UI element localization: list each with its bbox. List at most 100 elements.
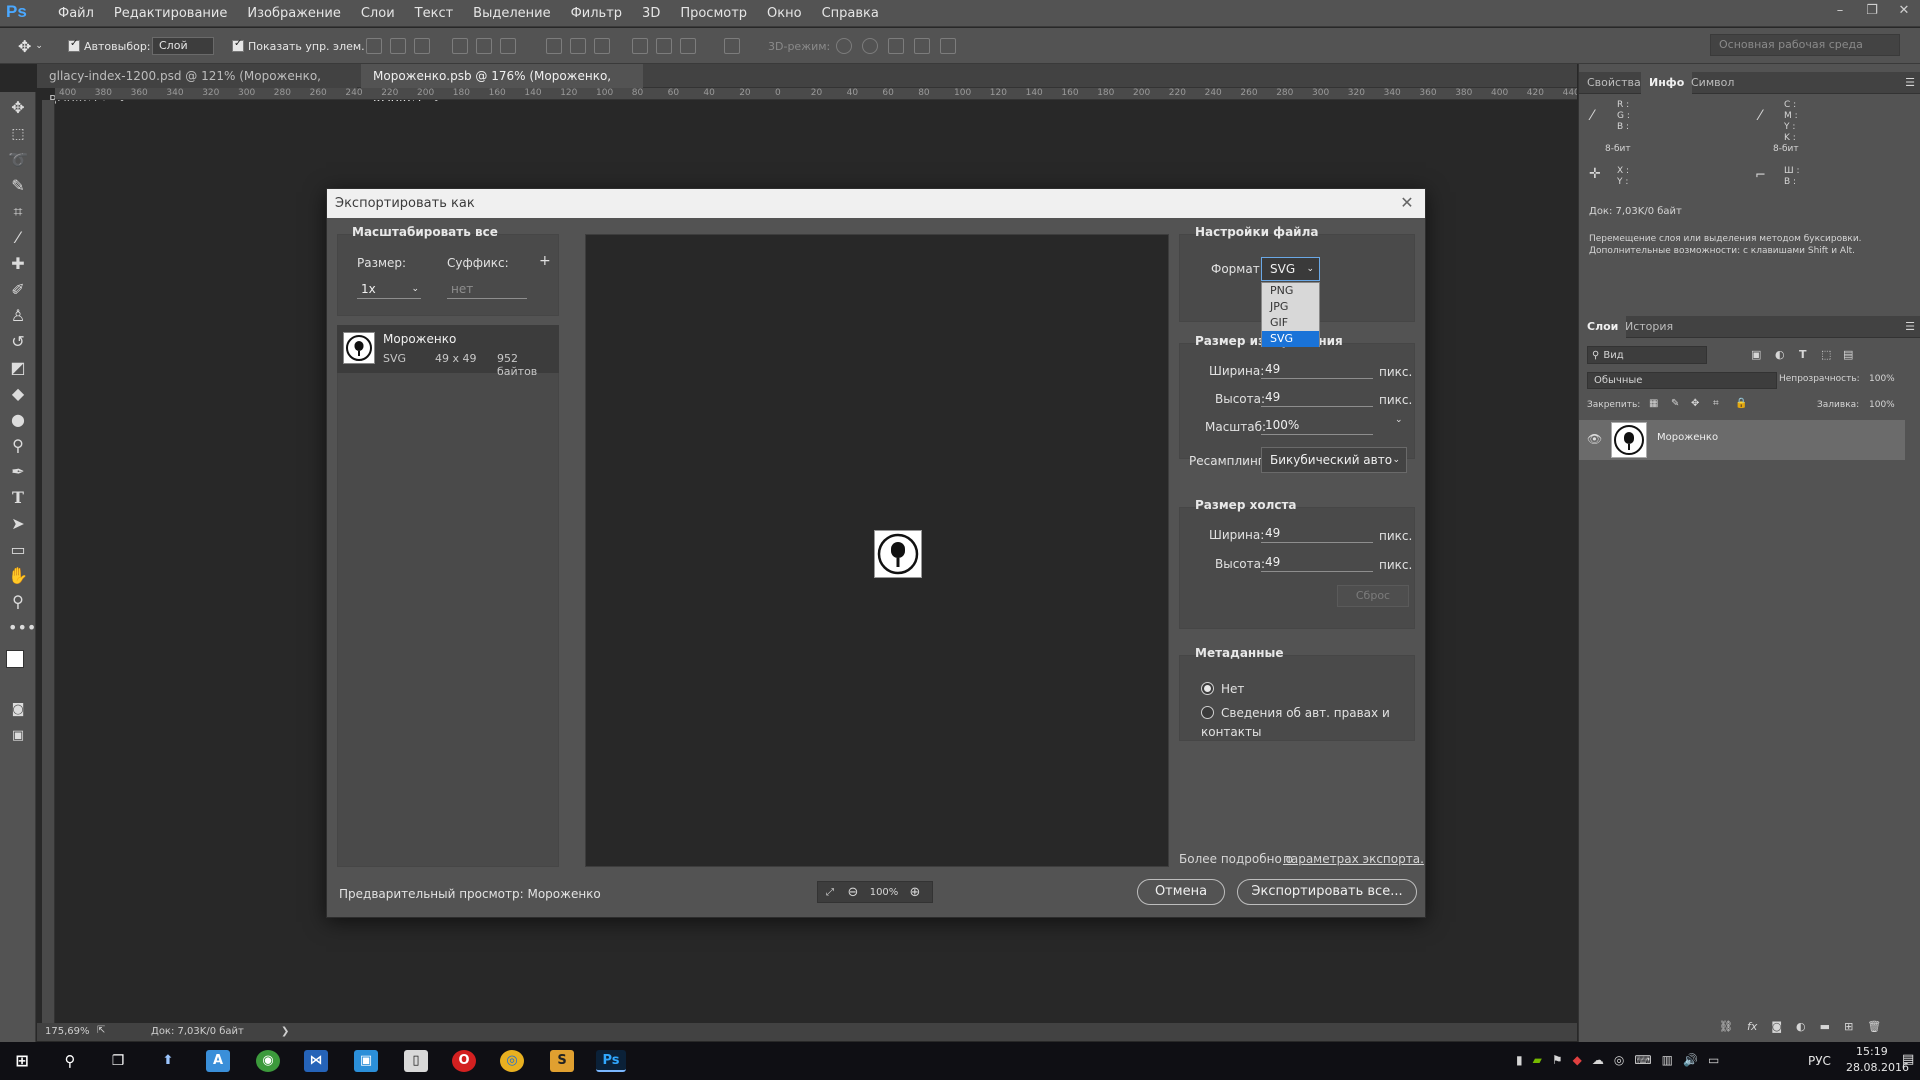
zoom-tool-icon[interactable]: ⚲ <box>8 592 28 612</box>
align-top-icon[interactable] <box>366 38 382 54</box>
layer-name[interactable]: Мороженко <box>1657 432 1718 443</box>
asset-item[interactable]: Мороженко SVG 49 x 49 952 байтов <box>337 325 559 378</box>
tab-character[interactable]: Символ <box>1683 72 1742 94</box>
clock-date[interactable]: 28.08.2016 <box>1846 1061 1909 1074</box>
zoom-readout[interactable]: 175,69% <box>45 1026 90 1037</box>
filter-type-icon[interactable]: T <box>1799 348 1807 361</box>
language-indicator[interactable]: РУС <box>1808 1054 1831 1068</box>
menu-view[interactable]: Просмотр <box>670 0 757 27</box>
tray-cloud-icon[interactable]: ☁ <box>1592 1053 1604 1067</box>
chrome-icon[interactable]: ◎ <box>500 1050 524 1072</box>
bucket-tool-icon[interactable]: ◆ <box>8 384 28 404</box>
group-folder-icon[interactable]: ▬ <box>1820 1020 1830 1033</box>
search-icon[interactable]: ⚲ <box>58 1050 82 1072</box>
canvas-width-input[interactable]: 49 <box>1261 525 1373 543</box>
menu-edit[interactable]: Редактирование <box>104 0 237 27</box>
blur-tool-icon[interactable]: ● <box>8 410 28 430</box>
show-controls-checkbox[interactable]: Показать упр. элем. <box>232 37 365 55</box>
lasso-tool-icon[interactable]: ➰ <box>8 150 28 170</box>
tray-device-icon[interactable]: ▮ <box>1516 1053 1523 1067</box>
image-width-input[interactable]: 49 <box>1261 361 1373 379</box>
fx-icon[interactable]: fx <box>1747 1020 1757 1033</box>
resample-select[interactable]: Бикубический авто ⌄ <box>1261 447 1407 473</box>
fill-value[interactable]: 100% <box>1869 400 1895 410</box>
menu-text[interactable]: Текст <box>405 0 464 27</box>
eraser-tool-icon[interactable]: ◩ <box>8 358 28 378</box>
history-brush-tool-icon[interactable]: ↺ <box>8 332 28 352</box>
lock-position-icon[interactable]: ✥ <box>1691 398 1699 409</box>
tab-gllacy-index[interactable]: gllacy-index-1200.psd @ 121% (Мороженко,… <box>37 64 357 107</box>
filter-shape-icon[interactable]: ⬚ <box>1821 348 1831 361</box>
phone-icon[interactable]: ▯ <box>404 1050 428 1072</box>
marquee-tool-icon[interactable]: ⬚ <box>8 124 28 144</box>
rectangle-tool-icon[interactable]: ▭ <box>8 540 28 560</box>
tray-nvidia-icon[interactable]: ▰ <box>1533 1053 1542 1067</box>
layer-row[interactable]: 👁 Мороженко <box>1579 420 1905 460</box>
reset-button[interactable]: Сброс <box>1337 585 1409 607</box>
move-tool-icon[interactable]: ✥ ⌄ <box>18 37 43 56</box>
quick-select-tool-icon[interactable]: ✎ <box>8 176 28 196</box>
pan-3d-icon[interactable] <box>888 38 904 54</box>
zoom-out-icon[interactable]: ⊖ <box>842 885 864 900</box>
close-icon[interactable]: ✕ <box>1888 3 1920 18</box>
camera-3d-icon[interactable] <box>940 38 956 54</box>
menu-filter[interactable]: Фильтр <box>561 0 632 27</box>
suffix-input[interactable]: нет <box>447 281 527 299</box>
hand-tool-icon[interactable]: ✋ <box>8 566 28 586</box>
tray-security-icon[interactable]: ◆ <box>1573 1053 1582 1067</box>
distribute-vcenter-icon[interactable] <box>570 38 586 54</box>
lock-artboard-icon[interactable]: ⌗ <box>1713 398 1719 409</box>
lock-transparent-icon[interactable]: ▦ <box>1649 398 1658 409</box>
canvas-height-input[interactable]: 49 <box>1261 554 1373 572</box>
tray-app-icon[interactable]: ⚑ <box>1552 1053 1563 1067</box>
meta-none-radio[interactable] <box>1201 682 1214 695</box>
distribute-top-icon[interactable] <box>546 38 562 54</box>
preview-area[interactable] <box>585 234 1169 867</box>
panel-menu-icon[interactable]: ☰ <box>1905 76 1915 89</box>
slide-3d-icon[interactable] <box>914 38 930 54</box>
scale-input[interactable]: 100% <box>1261 417 1373 435</box>
visibility-eye-icon[interactable]: 👁 <box>1587 432 1602 446</box>
tray-keyboard-icon[interactable]: ⌨ <box>1634 1053 1651 1067</box>
mask-icon[interactable]: ◙ <box>1771 1020 1782 1033</box>
autoselect-checkbox[interactable]: Автовыбор: <box>68 37 151 55</box>
format-option-jpg[interactable]: JPG <box>1262 299 1319 315</box>
export-all-button[interactable]: Экспортировать все... <box>1237 879 1417 905</box>
restore-icon[interactable]: ❐ <box>1856 3 1888 18</box>
menu-select[interactable]: Выделение <box>463 0 560 27</box>
filter-adjust-icon[interactable]: ◐ <box>1775 348 1785 361</box>
align-right-icon[interactable] <box>500 38 516 54</box>
link-layers-icon[interactable]: ⛓ <box>1719 1020 1733 1033</box>
align-hcenter-icon[interactable] <box>476 38 492 54</box>
format-option-gif[interactable]: GIF <box>1262 315 1319 331</box>
meta-copyright-radio[interactable] <box>1201 706 1214 719</box>
format-select[interactable]: SVG ⌄ <box>1261 257 1320 281</box>
brush-tool-icon[interactable]: ✐ <box>8 280 28 300</box>
more-tools-icon[interactable]: ••• <box>8 618 36 638</box>
menu-file[interactable]: Файл <box>48 0 104 27</box>
distribute-left-icon[interactable] <box>632 38 648 54</box>
opera-icon[interactable]: O <box>452 1050 476 1072</box>
align-bottom-icon[interactable] <box>414 38 430 54</box>
lock-pixels-icon[interactable]: ✎ <box>1671 398 1679 409</box>
path-select-tool-icon[interactable]: ➤ <box>8 514 28 534</box>
align-left-icon[interactable] <box>452 38 468 54</box>
chevron-down-icon[interactable]: ⌄ <box>1395 415 1403 425</box>
trash-icon[interactable]: 🗑 <box>1867 1020 1881 1033</box>
format-option-svg[interactable]: SVG <box>1262 331 1319 347</box>
dialog-close-icon[interactable]: ✕ <box>1397 193 1417 213</box>
app-blue-icon[interactable]: ▣ <box>354 1050 378 1072</box>
filter-smart-icon[interactable]: ▤ <box>1843 348 1853 361</box>
action-center-icon[interactable]: ▤ <box>1902 1052 1914 1067</box>
orbit-3d-icon[interactable] <box>836 38 852 54</box>
foreground-color-swatch[interactable] <box>6 650 24 668</box>
filter-pixel-icon[interactable]: ▣ <box>1751 348 1761 361</box>
app-maps-icon[interactable]: A <box>206 1050 230 1072</box>
distribute-hcenter-icon[interactable] <box>656 38 672 54</box>
screen-mode-icon[interactable]: ▣ <box>8 726 28 746</box>
app-green-icon[interactable]: ◉ <box>256 1050 280 1072</box>
blend-mode-select[interactable]: Обычные <box>1587 372 1777 389</box>
menu-layers[interactable]: Слои <box>351 0 405 27</box>
cancel-button[interactable]: Отмена <box>1137 879 1225 905</box>
clock-time[interactable]: 15:19 <box>1856 1045 1888 1058</box>
